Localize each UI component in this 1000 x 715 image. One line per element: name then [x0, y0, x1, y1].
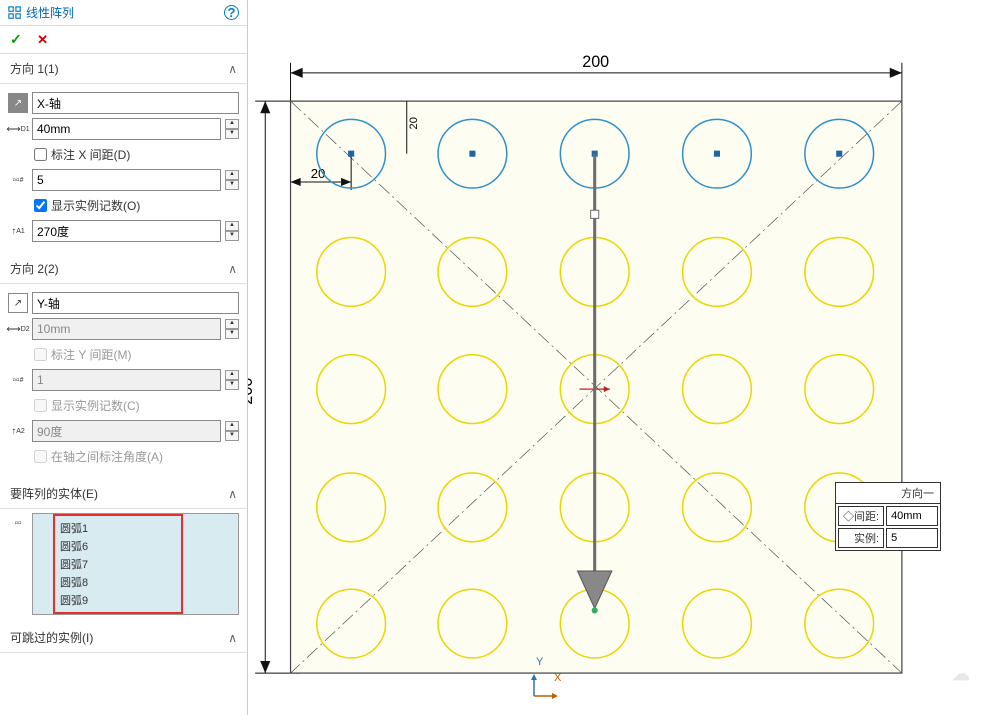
direction2-body: ↗ ⟷D2 ▲▼ 标注 Y 间距(M) ▫▫# ▲▼ 显示实例记数(C)	[0, 284, 247, 479]
count1-spinner[interactable]: ▲▼	[225, 170, 239, 190]
chevron-up-icon[interactable]: ∧	[228, 62, 237, 76]
dim-y-spacing-checkbox	[34, 348, 47, 361]
tooltip-spacing-label: 间距:	[854, 511, 879, 523]
skip-title: 可跳过的实例(I)	[10, 629, 93, 646]
entities-header[interactable]: 要阵列的实体(E) ∧	[0, 479, 247, 509]
chevron-up-icon[interactable]: ∧	[228, 487, 237, 501]
spacing1-icon: ⟷D1	[8, 119, 28, 139]
direction1-title: 方向 1(1)	[10, 60, 59, 77]
dim-x-spacing-label: 标注 X 间距(D)	[51, 146, 130, 163]
show-count1-checkbox[interactable]	[34, 199, 47, 212]
sketch-canvas[interactable]: 200 200 20 20	[248, 0, 1000, 715]
tooltip-instances-label: 实例:	[854, 533, 879, 545]
arrow-endpoint[interactable]	[592, 607, 598, 613]
direction-tooltip[interactable]: 方向一 ◇间距: 实例:	[835, 482, 941, 551]
cancel-button[interactable]: ✕	[37, 32, 48, 47]
list-item[interactable]: 圆弧9	[60, 591, 176, 609]
direction1-header[interactable]: 方向 1(1) ∧	[0, 54, 247, 84]
linear-pattern-icon	[8, 6, 22, 20]
graphics-area[interactable]: 200 200 20 20	[248, 0, 1000, 715]
direction2-header[interactable]: 方向 2(2) ∧	[0, 254, 247, 284]
spacing2-spinner[interactable]: ▲▼	[225, 319, 239, 339]
entities-title: 要阵列的实体(E)	[10, 485, 98, 502]
dim-y-spacing-label: 标注 Y 间距(M)	[51, 346, 131, 363]
direction1-spacing-input[interactable]	[32, 118, 221, 140]
help-icon[interactable]: ?	[224, 5, 239, 20]
tooltip-title: 方向一	[836, 483, 940, 504]
origin-triad: Y X	[532, 676, 562, 703]
list-item[interactable]: 圆弧7	[60, 555, 176, 573]
dim-h-label: 200	[582, 53, 609, 71]
dim-angle-between-checkbox	[34, 450, 47, 463]
entities-icon: ▫▫	[8, 513, 28, 533]
sections-scroll[interactable]: 方向 1(1) ∧ ↗ ⟷D1 ▲▼ 标注 X 间距(D) ▫▫# ▲▼	[0, 54, 247, 715]
entities-list[interactable]: 圆弧1 圆弧6 圆弧7 圆弧8 圆弧9	[53, 514, 183, 614]
show-count1-label: 显示实例记数(O)	[51, 197, 140, 214]
reverse-direction2-icon[interactable]: ↗	[8, 293, 28, 313]
list-item[interactable]: 圆弧1	[60, 519, 176, 537]
dim-offset-v: 20	[408, 117, 420, 129]
show-count2-label: 显示实例记数(C)	[51, 397, 140, 414]
dim-x-spacing-checkbox[interactable]	[34, 148, 47, 161]
property-panel: 线性阵列 ? ✓ ✕ 方向 1(1) ∧ ↗ ⟷D1 ▲▼ 标注 X 间距(D)	[0, 0, 248, 715]
direction2-angle-input	[32, 420, 221, 442]
entities-body: ▫▫ 圆弧1 圆弧6 圆弧7 圆弧8 圆弧9	[0, 509, 247, 623]
action-row: ✓ ✕	[0, 26, 247, 54]
chevron-up-icon[interactable]: ∧	[228, 631, 237, 645]
dim-v-label: 200	[248, 378, 256, 405]
confirm-button[interactable]: ✓	[10, 31, 22, 47]
count1-icon: ▫▫#	[8, 170, 28, 190]
dim-angle-between-label: 在轴之间标注角度(A)	[51, 448, 163, 465]
angle1-icon: ↑A1	[8, 221, 28, 241]
direction2-spacing-input	[32, 318, 221, 340]
direction2-axis-input[interactable]	[32, 292, 239, 314]
direction1-axis-input[interactable]	[32, 92, 239, 114]
angle2-spinner[interactable]: ▲▼	[225, 421, 239, 441]
spacing1-spinner[interactable]: ▲▼	[225, 119, 239, 139]
entities-selection-box[interactable]: 圆弧1 圆弧6 圆弧7 圆弧8 圆弧9	[32, 513, 239, 615]
skip-instances-header[interactable]: 可跳过的实例(I) ∧	[0, 623, 247, 653]
list-item[interactable]: 圆弧6	[60, 537, 176, 555]
direction1-count-input[interactable]	[32, 169, 221, 191]
count2-spinner[interactable]: ▲▼	[225, 370, 239, 390]
list-item[interactable]: 圆弧8	[60, 573, 176, 591]
show-count2-checkbox	[34, 399, 47, 412]
panel-header: 线性阵列 ?	[0, 0, 247, 26]
feature-title: 线性阵列	[26, 4, 224, 21]
angle1-spinner[interactable]: ▲▼	[225, 221, 239, 241]
direction2-title: 方向 2(2)	[10, 260, 59, 277]
count2-icon: ▫▫#	[8, 370, 28, 390]
direction2-count-input	[32, 369, 221, 391]
tooltip-instances-input[interactable]	[891, 532, 933, 544]
chevron-up-icon[interactable]: ∧	[228, 262, 237, 276]
reverse-direction1-icon[interactable]: ↗	[8, 93, 28, 113]
direction1-body: ↗ ⟷D1 ▲▼ 标注 X 间距(D) ▫▫# ▲▼ 显示实例记数(O)	[0, 84, 247, 254]
angle2-icon: ↑A2	[8, 421, 28, 441]
spacing2-icon: ⟷D2	[8, 319, 28, 339]
direction1-angle-input[interactable]	[32, 220, 221, 242]
tooltip-spacing-input[interactable]	[891, 510, 933, 522]
